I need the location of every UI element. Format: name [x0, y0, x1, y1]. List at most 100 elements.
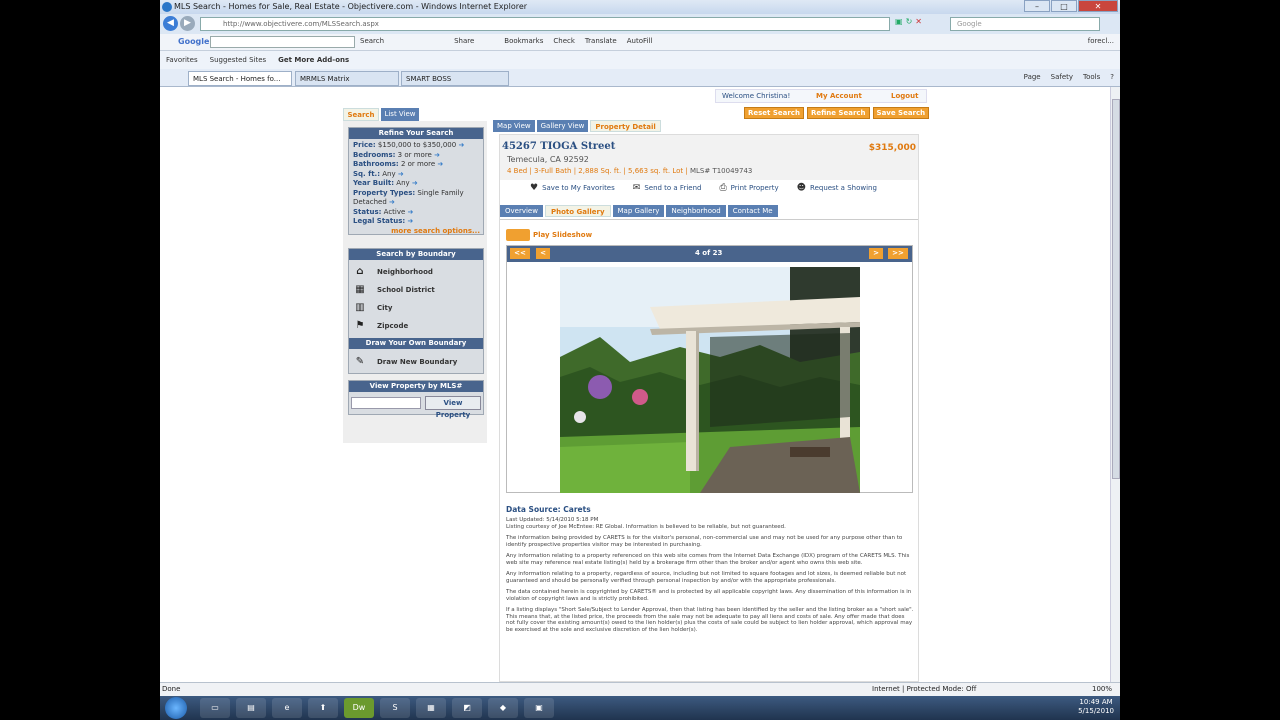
suggested-sites[interactable]: Suggested Sites [210, 56, 267, 64]
forward-icon[interactable]: ▶ [180, 16, 195, 31]
status-bar: Done Internet | Protected Mode: Off 100% [160, 682, 1120, 696]
status-value[interactable]: Active [384, 208, 406, 216]
reset-search-button[interactable]: Reset Search [744, 107, 804, 119]
year-value[interactable]: Any [396, 179, 409, 187]
taskbar-explorer-icon[interactable]: ▤ [236, 698, 266, 718]
toolbar-translate[interactable]: Translate [585, 37, 617, 45]
prev-photo-button[interactable]: < [536, 248, 550, 259]
save-search-button[interactable]: Save Search [872, 107, 930, 119]
taskbar-app-icon[interactable]: ⬆ [308, 698, 338, 718]
tab-mrmls-matrix[interactable]: MRMLS Matrix [295, 71, 399, 86]
price-value[interactable]: $150,000 to $350,000 [378, 141, 456, 149]
more-options-link[interactable]: more search options... [391, 227, 480, 235]
mls-lookup-box: View Property by MLS# View Property [348, 380, 484, 419]
logout-link[interactable]: Logout [891, 90, 918, 102]
data-source-title: Data Source: Carets [506, 505, 591, 514]
taskbar-ie-icon[interactable]: e [272, 698, 302, 718]
get-addons[interactable]: Get More Add-ons [278, 56, 349, 64]
taskbar-dreamweaver-icon[interactable]: Dw [344, 698, 374, 718]
tab-neighborhood[interactable]: Neighborhood [666, 205, 726, 217]
taskbar-app4-icon[interactable]: ◆ [488, 698, 518, 718]
legal-label: Legal Status: [353, 217, 406, 225]
google-search-box[interactable] [210, 36, 355, 48]
refresh-icon[interactable]: ↻ [906, 17, 913, 26]
print-property-link[interactable]: ⎙ Print Property [719, 183, 778, 193]
tab-photo-gallery[interactable]: Photo Gallery [544, 205, 611, 217]
tab-overview[interactable]: Overview [500, 205, 543, 217]
toolbar-check[interactable]: Check [553, 37, 575, 45]
bathrooms-value[interactable]: 2 or more [401, 160, 435, 168]
tools-menu[interactable]: Tools [1083, 73, 1100, 81]
sqft-value[interactable]: Any [382, 170, 395, 178]
property-photo[interactable] [560, 267, 860, 493]
vertical-scrollbar[interactable] [1110, 87, 1120, 682]
boundary-school[interactable]: ▦ School District [353, 284, 434, 296]
last-updated: Last Updated: 5/14/2010 5:18 PM [506, 517, 599, 523]
property-price: $315,000 [868, 143, 916, 153]
tab-search[interactable]: Search [343, 108, 379, 121]
refine-box: Refine Your Search Price: $150,000 to $3… [348, 127, 484, 235]
mls-number-input[interactable] [351, 397, 421, 409]
taskbar-app3-icon[interactable]: ◩ [452, 698, 482, 718]
photo-counter: 4 of 23 [695, 249, 723, 257]
back-icon[interactable]: ◀ [163, 16, 178, 31]
last-photo-button[interactable]: >> [888, 248, 908, 259]
tab-list-view[interactable]: List View [381, 108, 419, 121]
request-showing-link[interactable]: ☻ Request a Showing [797, 183, 877, 193]
scroll-thumb[interactable] [1112, 99, 1120, 479]
disclaimer-text: Last Updated: 5/14/2010 5:18 PM Listing c… [506, 517, 914, 682]
school-icon: ▦ [355, 284, 365, 295]
next-photo-button[interactable]: > [869, 248, 883, 259]
view-property-button[interactable]: View Property [425, 396, 481, 419]
my-account-link[interactable]: My Account [816, 90, 862, 102]
tab-gallery-view[interactable]: Gallery View [536, 120, 589, 132]
arrow-icon: ➜ [397, 169, 404, 178]
play-slideshow-button[interactable]: Play Slideshow [506, 229, 592, 241]
close-button[interactable]: ✕ [1078, 0, 1118, 12]
start-button[interactable] [165, 697, 187, 719]
status-text: Done [162, 685, 181, 693]
refine-search-button[interactable]: Refine Search [806, 107, 870, 119]
search-input[interactable]: Google [950, 17, 1100, 31]
slideshow-label: Play Slideshow [533, 231, 593, 239]
bedrooms-label: Bedrooms: [353, 150, 396, 159]
bedrooms-value[interactable]: 3 or more [398, 151, 432, 159]
safety-menu[interactable]: Safety [1051, 73, 1073, 81]
zoom-level[interactable]: 100% [1092, 683, 1112, 696]
boundary-neighborhood[interactable]: ⌂ Neighborhood [353, 266, 432, 278]
property-header: 45267 TIOGA Street $315,000 Temecula, CA… [500, 135, 918, 180]
boundary-zipcode[interactable]: ⚑ Zipcode [353, 320, 409, 332]
save-favorites-link[interactable]: ♥ Save to My Favorites [530, 183, 615, 193]
stop-icon[interactable]: ✕ [915, 17, 922, 26]
first-photo-button[interactable]: << [510, 248, 530, 259]
tab-map-gallery[interactable]: Map Gallery [612, 205, 665, 217]
disclaimer-p2: Any information relating to a property r… [506, 553, 910, 566]
minimize-button[interactable]: – [1024, 0, 1050, 12]
url-field[interactable]: http://www.objectivere.com/MLSSearch.asp… [200, 17, 890, 31]
clock-time: 10:49 AM [1079, 698, 1113, 706]
toolbar-search[interactable]: Search [360, 37, 384, 45]
draw-new-boundary[interactable]: ✎ Draw New Boundary [353, 356, 457, 368]
tab-smart-boss[interactable]: SMART BOSS [401, 71, 509, 86]
help-icon[interactable]: ? [1110, 73, 1114, 81]
taskbar-app2-icon[interactable]: ▦ [416, 698, 446, 718]
taskbar-app5-icon[interactable]: ▣ [524, 698, 554, 718]
google-user[interactable]: forecl... [1088, 37, 1114, 45]
maximize-button[interactable]: □ [1051, 0, 1077, 12]
taskbar-skype-icon[interactable]: S [380, 698, 410, 718]
toolbar-autofill[interactable]: AutoFill [627, 37, 653, 45]
tab-mls-search[interactable]: MLS Search - Homes fo... [188, 71, 292, 86]
page-menu[interactable]: Page [1024, 73, 1041, 81]
compat-icon[interactable]: ▣ [895, 17, 903, 26]
tab-property-detail[interactable]: Property Detail [590, 120, 661, 132]
taskbar-folder-icon[interactable]: ▭ [200, 698, 230, 718]
toolbar-share[interactable]: Share [454, 37, 474, 45]
tab-contact-me[interactable]: Contact Me [727, 205, 778, 217]
send-friend-link[interactable]: ✉ Send to a Friend [633, 183, 702, 193]
boundary-city[interactable]: ▥ City [353, 302, 392, 314]
city-icon: ▥ [355, 302, 365, 313]
tab-map-view[interactable]: Map View [493, 120, 535, 132]
favorites-button[interactable]: Favorites [166, 56, 198, 64]
system-clock[interactable]: 10:49 AM 5/15/2010 [1078, 698, 1114, 716]
toolbar-bookmarks[interactable]: Bookmarks [504, 37, 543, 45]
